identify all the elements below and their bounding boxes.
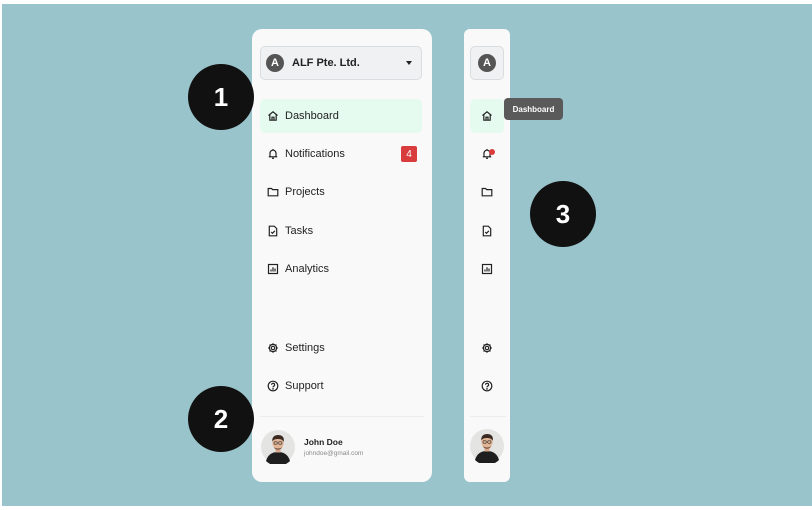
- user-profile[interactable]: John Doe johndoe@gmail.com: [260, 427, 422, 467]
- user-name: John Doe: [304, 437, 343, 447]
- nav-item-analytics[interactable]: Analytics: [260, 252, 422, 286]
- nav-item-support[interactable]: Support: [260, 369, 422, 403]
- rail-item-notifications[interactable]: [470, 137, 504, 171]
- nav-item-label: Dashboard: [285, 110, 339, 122]
- org-switcher[interactable]: A ALF Pte. Ltd.: [260, 46, 422, 80]
- analytics-icon: [267, 263, 279, 275]
- rail-item-dashboard[interactable]: [470, 99, 504, 133]
- collapsed-sidebar: A: [464, 29, 510, 482]
- nav-item-label: Notifications: [285, 148, 345, 160]
- expanded-sidebar: A ALF Pte. Ltd. Dashboard Notifications …: [252, 29, 432, 482]
- nav-item-label: Support: [285, 380, 324, 392]
- home-icon: [482, 111, 492, 121]
- org-switcher-collapsed[interactable]: A: [470, 46, 504, 80]
- nav-item-dashboard[interactable]: Dashboard: [260, 99, 422, 133]
- gear-icon: [267, 342, 279, 354]
- user-email: johndoe@gmail.com: [304, 450, 364, 457]
- nav-item-tasks[interactable]: Tasks: [260, 214, 422, 248]
- nav-item-label: Settings: [285, 342, 325, 354]
- rail-item-analytics[interactable]: [470, 252, 504, 286]
- divider: [260, 416, 424, 417]
- notification-dot: [489, 149, 495, 155]
- divider: [470, 416, 506, 417]
- folder-icon: [481, 187, 493, 197]
- rail-item-projects[interactable]: [470, 175, 504, 209]
- help-icon: [267, 380, 279, 392]
- help-icon: [481, 380, 493, 392]
- gear-icon: [482, 343, 492, 353]
- nav-item-settings[interactable]: Settings: [260, 331, 422, 365]
- nav-item-label: Tasks: [285, 225, 314, 237]
- avatar[interactable]: [470, 429, 504, 463]
- bell-icon: [267, 148, 279, 160]
- org-avatar: A: [478, 54, 496, 72]
- analytics-icon: [481, 263, 493, 275]
- org-avatar: A: [266, 54, 284, 72]
- nav-item-notifications[interactable]: Notifications 4: [260, 137, 422, 171]
- notification-count-badge: 4: [401, 146, 417, 162]
- nav-item-label: Analytics: [285, 263, 330, 275]
- nav-item-label: Projects: [285, 186, 325, 198]
- chevron-down-icon: [406, 61, 412, 65]
- rail-item-support[interactable]: [470, 369, 504, 403]
- task-file-icon: [482, 225, 492, 237]
- rail-item-tasks[interactable]: [470, 214, 504, 248]
- org-name: ALF Pte. Ltd.: [292, 57, 360, 69]
- dashboard-tooltip: Dashboard: [504, 98, 563, 120]
- avatar: [261, 430, 295, 464]
- task-file-icon: [267, 225, 279, 237]
- callout-1: 1: [188, 64, 254, 130]
- callout-2: 2: [188, 386, 254, 452]
- nav-item-projects[interactable]: Projects: [260, 175, 422, 209]
- home-icon: [267, 110, 279, 122]
- rail-item-settings[interactable]: [470, 331, 504, 365]
- folder-icon: [267, 186, 279, 198]
- callout-3: 3: [530, 181, 596, 247]
